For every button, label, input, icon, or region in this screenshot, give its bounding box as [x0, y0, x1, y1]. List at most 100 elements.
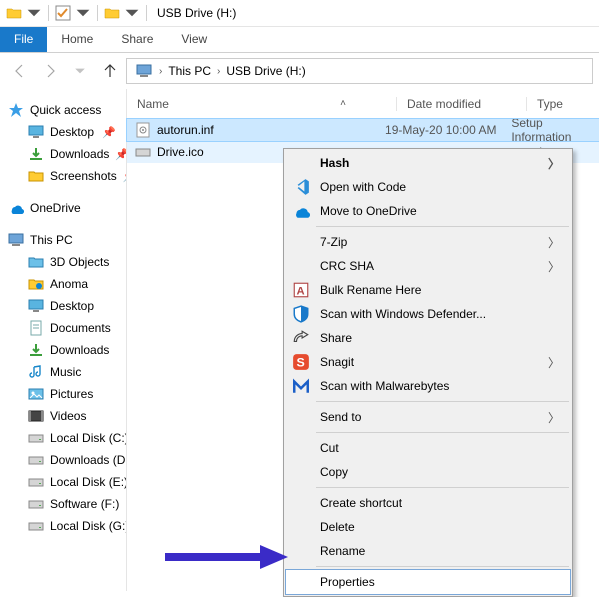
menu-item-create-shortcut[interactable]: Create shortcut	[286, 491, 570, 515]
share-icon	[292, 329, 310, 347]
tree-this-pc[interactable]: This PC	[0, 229, 126, 251]
tree-item-label: Downloads (D:)	[50, 453, 127, 467]
tree-item-label: Desktop	[50, 125, 94, 139]
menu-item-cut[interactable]: Cut	[286, 436, 570, 460]
tree-item-label: Screenshots	[50, 169, 117, 183]
tree-item[interactable]: Local Disk (G:)	[0, 515, 126, 537]
window-title: USB Drive (H:)	[157, 6, 236, 20]
column-headers: Name ˄ Date modified Type	[127, 89, 599, 119]
column-name[interactable]: Name ˄	[127, 97, 397, 111]
snagit-icon: S	[292, 353, 310, 371]
menu-item-hash[interactable]: Hash〉	[286, 151, 570, 175]
chevron-down-icon[interactable]	[124, 5, 140, 21]
menu-item-label: Properties	[320, 575, 375, 589]
menu-item-copy[interactable]: Copy	[286, 460, 570, 484]
file-type: Setup Information	[511, 116, 599, 144]
menu-item-label: 7-Zip	[320, 235, 347, 249]
tree-item-label: Desktop	[50, 299, 94, 313]
menu-item-scan-with-malwarebytes[interactable]: Scan with Malwarebytes	[286, 374, 570, 398]
tab-share[interactable]: Share	[107, 27, 167, 52]
tree-item[interactable]: Pictures	[0, 383, 126, 405]
tree-item-downloads[interactable]: Downloads📌	[0, 143, 126, 165]
menu-item-share[interactable]: Share	[286, 326, 570, 350]
chevron-down-icon[interactable]	[26, 5, 42, 21]
tree-item[interactable]: Software (F:)	[0, 493, 126, 515]
menu-item-label: Share	[320, 331, 352, 345]
menu-item-delete[interactable]: Delete	[286, 515, 570, 539]
menu-item-label: Cut	[320, 441, 339, 455]
tab-view[interactable]: View	[167, 27, 221, 52]
chevron-down-icon[interactable]	[75, 5, 91, 21]
history-dropdown[interactable]	[66, 57, 94, 85]
bulkrename-icon: A	[292, 281, 310, 299]
onedrive-label: OneDrive	[30, 201, 81, 215]
menu-item-scan-with-windows-defender[interactable]: Scan with Windows Defender...	[286, 302, 570, 326]
submenu-arrow-icon: 〉	[548, 409, 560, 426]
tree-item[interactable]: Documents	[0, 317, 126, 339]
tree-item-screenshots[interactable]: Screenshots📌	[0, 165, 126, 187]
menu-item-move-to-onedrive[interactable]: Move to OneDrive	[286, 199, 570, 223]
column-type[interactable]: Type	[527, 97, 573, 111]
column-name-label: Name	[137, 97, 169, 111]
forward-button[interactable]	[36, 57, 64, 85]
tree-item[interactable]: Videos	[0, 405, 126, 427]
menu-item-label: Send to	[320, 410, 361, 424]
menu-item-send-to[interactable]: Send to 〉	[286, 405, 570, 429]
breadcrumb[interactable]: › This PC › USB Drive (H:)	[126, 58, 593, 84]
menu-item-7-zip[interactable]: 7-Zip〉	[286, 230, 570, 254]
tree-item[interactable]: Music	[0, 361, 126, 383]
submenu-arrow-icon: 〉	[548, 155, 560, 172]
menu-item-label: Scan with Windows Defender...	[320, 307, 486, 321]
menu-item-snagit[interactable]: SSnagit〉	[286, 350, 570, 374]
svg-text:S: S	[297, 356, 305, 370]
menu-item-label: Rename	[320, 544, 365, 558]
tree-item-label: Documents	[50, 321, 111, 335]
tree-item[interactable]: Anoma	[0, 273, 126, 295]
menu-item-bulk-rename-here[interactable]: ABulk Rename Here	[286, 278, 570, 302]
nav-bar: › This PC › USB Drive (H:)	[0, 53, 599, 89]
shield-icon	[292, 305, 310, 323]
tree-item[interactable]: Downloads (D:)	[0, 449, 126, 471]
back-button[interactable]	[6, 57, 34, 85]
menu-item-label: Create shortcut	[320, 496, 402, 510]
menu-item-crc-sha[interactable]: CRC SHA〉	[286, 254, 570, 278]
separator	[146, 5, 147, 21]
pin-icon: 📌	[115, 148, 127, 161]
tree-item-label: Software (F:)	[50, 497, 119, 511]
tree-item[interactable]: Local Disk (C:)	[0, 427, 126, 449]
svg-text:A: A	[297, 286, 305, 298]
tree-item[interactable]: 3D Objects	[0, 251, 126, 273]
ribbon-tabs: File Home Share View	[0, 27, 599, 53]
tree-item-label: Local Disk (G:)	[50, 519, 127, 533]
tab-home[interactable]: Home	[47, 27, 107, 52]
checkbox-icon[interactable]	[55, 5, 71, 21]
title-bar: USB Drive (H:)	[0, 0, 599, 27]
tree-item[interactable]: Desktop	[0, 295, 126, 317]
tree-item-label: 3D Objects	[50, 255, 109, 269]
menu-item-rename[interactable]: Rename	[286, 539, 570, 563]
menu-item-label: Copy	[320, 465, 348, 479]
tree-onedrive[interactable]: OneDrive	[0, 197, 126, 219]
file-row[interactable]: autorun.inf19-May-20 10:00 AMSetup Infor…	[127, 119, 599, 141]
tab-file[interactable]: File	[0, 27, 47, 52]
submenu-arrow-icon: 〉	[548, 258, 560, 275]
tree-item[interactable]: Downloads	[0, 339, 126, 361]
menu-item-label: Delete	[320, 520, 355, 534]
menu-separator	[316, 226, 569, 227]
menu-separator	[316, 566, 569, 567]
submenu-arrow-icon: 〉	[548, 354, 560, 371]
breadcrumb-pc-icon[interactable]	[129, 59, 159, 83]
breadcrumb-this-pc[interactable]: This PC	[162, 61, 217, 81]
menu-item-properties[interactable]: Properties	[286, 570, 570, 594]
tree-item-label: Local Disk (C:)	[50, 431, 127, 445]
breadcrumb-usb-drive[interactable]: USB Drive (H:)	[220, 61, 311, 81]
tree-item[interactable]: Local Disk (E:)	[0, 471, 126, 493]
up-button[interactable]	[96, 57, 124, 85]
column-date[interactable]: Date modified	[397, 97, 527, 111]
vscode-icon	[292, 178, 310, 196]
menu-item-open-with-code[interactable]: Open with Code	[286, 175, 570, 199]
context-menu[interactable]: Hash〉Open with CodeMove to OneDrive 7-Zip…	[283, 148, 573, 597]
tree-item-desktop[interactable]: Desktop📌	[0, 121, 126, 143]
navigation-pane[interactable]: Quick access Desktop📌Downloads📌Screensho…	[0, 89, 127, 591]
tree-quick-access[interactable]: Quick access	[0, 99, 126, 121]
